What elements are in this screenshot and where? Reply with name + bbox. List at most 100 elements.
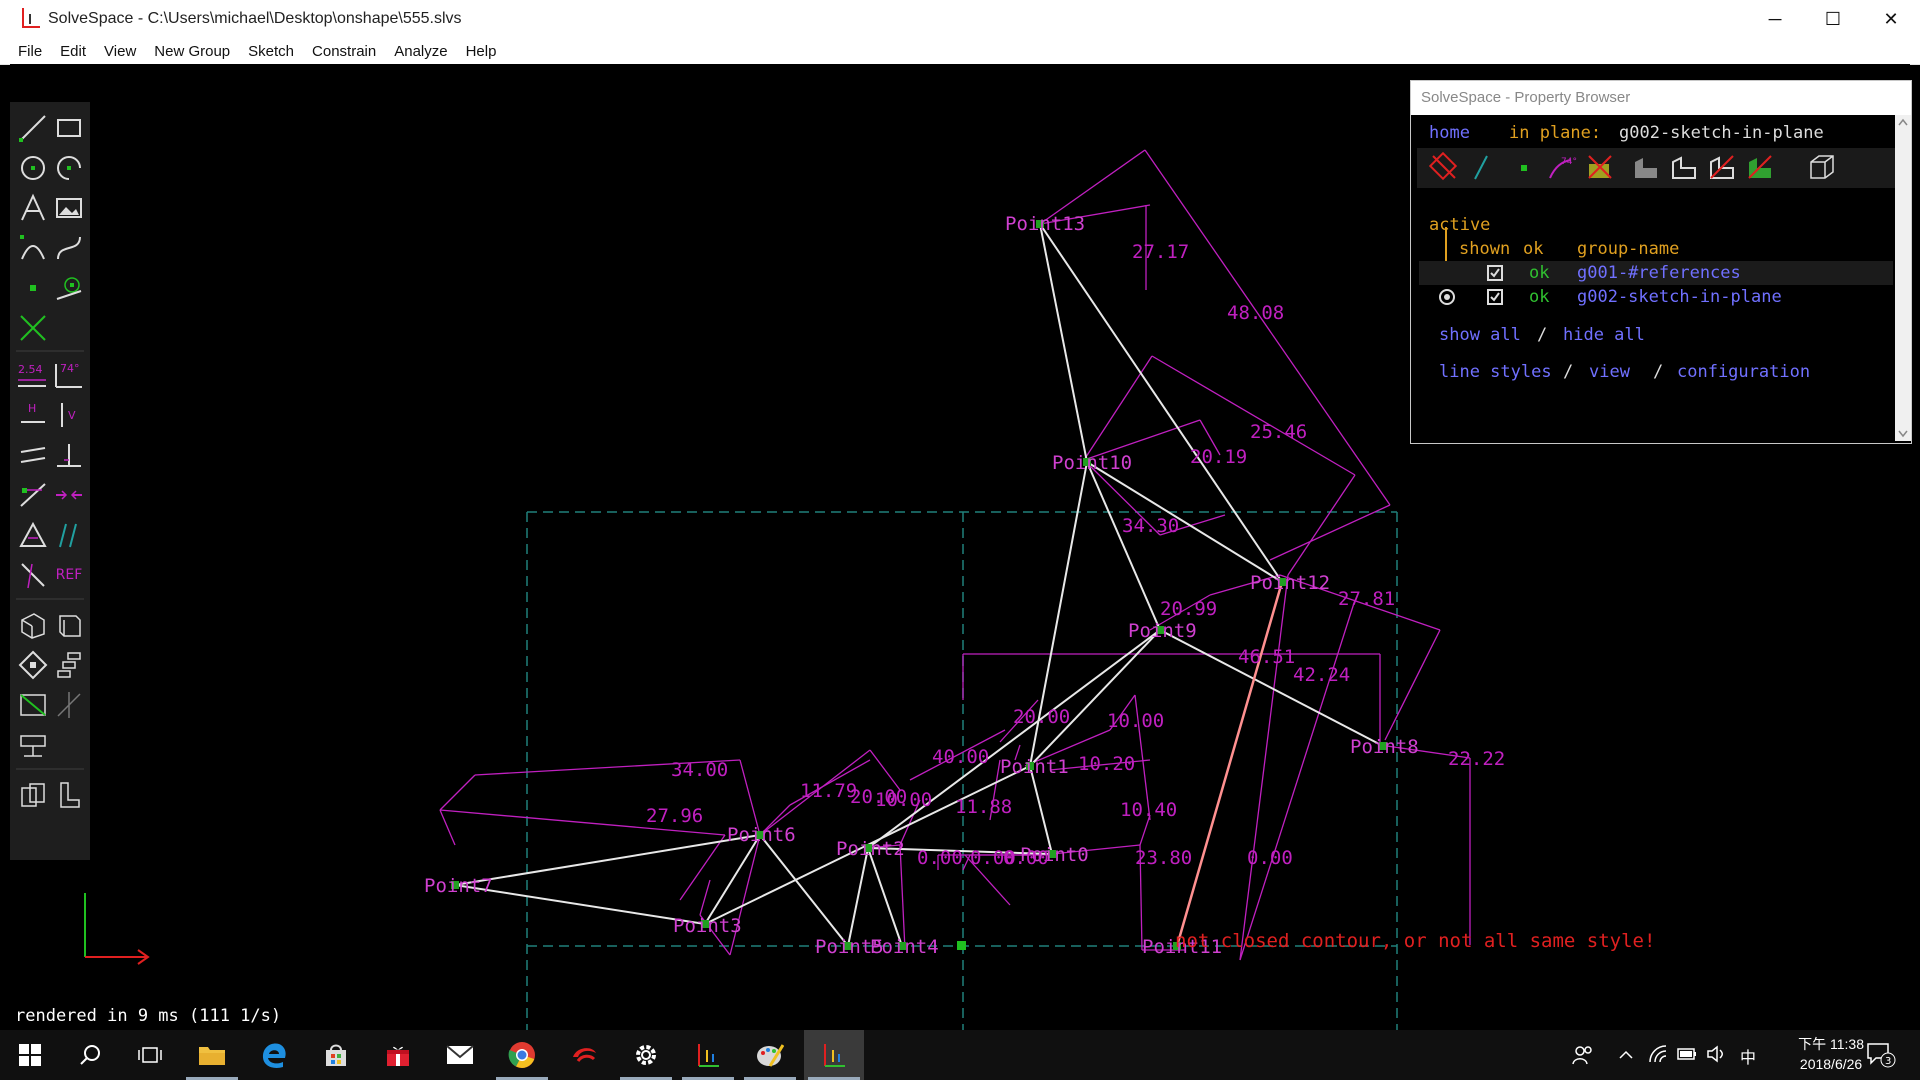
- point-label: Point4: [870, 936, 939, 958]
- distance-constraint-tool[interactable]: 2.54: [16, 358, 50, 392]
- start-button[interactable]: [0, 1030, 60, 1080]
- group-shown-checkbox[interactable]: [1487, 265, 1503, 281]
- maximize-button[interactable]: ☐: [1804, 0, 1862, 38]
- lathe-tool[interactable]: [52, 688, 86, 722]
- image-tool[interactable]: [52, 191, 86, 225]
- edge-app[interactable]: [244, 1030, 304, 1080]
- step-file-icon: [60, 782, 80, 808]
- settings-app[interactable]: [616, 1030, 676, 1080]
- store-app[interactable]: [306, 1030, 366, 1080]
- vertical-constraint-tool[interactable]: V: [52, 398, 86, 432]
- clock[interactable]: 下午 11:38 2018/6/26: [1798, 1034, 1864, 1074]
- configuration-link[interactable]: configuration: [1677, 362, 1810, 382]
- shaded-icon[interactable]: [1631, 152, 1661, 182]
- same-orientation-tool[interactable]: [52, 518, 86, 552]
- property-browser-scrollbar[interactable]: [1895, 115, 1911, 441]
- ok-header: ok: [1523, 239, 1544, 259]
- solvespace-active-app[interactable]: [804, 1030, 864, 1080]
- group-name-link[interactable]: g002-sketch-in-plane: [1577, 287, 1782, 307]
- search-button[interactable]: [60, 1030, 120, 1080]
- wifi-icon[interactable]: [1648, 1044, 1668, 1069]
- perpendicular-constraint-tool[interactable]: [52, 438, 86, 472]
- active-group-radio[interactable]: [1439, 289, 1455, 305]
- close-button[interactable]: ✕: [1862, 0, 1920, 38]
- chrome-app[interactable]: [492, 1030, 552, 1080]
- battery-icon[interactable]: [1676, 1044, 1698, 1069]
- visibility-toolbar: 74°: [1417, 148, 1897, 188]
- new-file-tool[interactable]: [52, 778, 86, 812]
- view-link[interactable]: view: [1589, 362, 1630, 382]
- rotate-tool[interactable]: [16, 648, 50, 682]
- origin-point[interactable]: [957, 941, 966, 950]
- minimize-button[interactable]: ─: [1746, 0, 1804, 38]
- line-tool[interactable]: [16, 111, 50, 145]
- occluded-lines-icon[interactable]: [1428, 151, 1459, 182]
- sketch-in-plane-icon: [20, 735, 46, 757]
- home-link[interactable]: home: [1429, 123, 1470, 143]
- on-point-icon: [20, 483, 46, 507]
- mail-app[interactable]: [430, 1030, 490, 1080]
- menu-edit[interactable]: Edit: [51, 43, 95, 60]
- symmetric-constraint-tool[interactable]: [16, 518, 50, 552]
- menu-constrain[interactable]: Constrain: [303, 43, 385, 60]
- on-point-constraint-tool[interactable]: [16, 478, 50, 512]
- faces-icon[interactable]: [1585, 152, 1615, 182]
- group-name-link[interactable]: g001-#references: [1577, 263, 1741, 283]
- notification-center-icon[interactable]: 3: [1866, 1042, 1896, 1073]
- workplane-tool[interactable]: [52, 271, 86, 305]
- other-supplementary-tool[interactable]: [16, 558, 50, 592]
- split-curves-tool[interactable]: [16, 311, 50, 345]
- point-tool[interactable]: [16, 271, 50, 305]
- edges-icon[interactable]: [1669, 152, 1699, 182]
- tray-expand-icon[interactable]: [1618, 1044, 1634, 1069]
- reference-toggle-tool[interactable]: REF: [52, 558, 86, 592]
- group-shown-checkbox[interactable]: [1487, 289, 1503, 305]
- extrude-tool[interactable]: [16, 688, 50, 722]
- ortho-view-icon: [59, 615, 81, 637]
- text-tool[interactable]: [16, 191, 50, 225]
- points-icon[interactable]: [1509, 152, 1539, 182]
- tangent-arc-tool[interactable]: [16, 231, 50, 265]
- ime-indicator[interactable]: 中: [1740, 1044, 1756, 1068]
- construction-icon[interactable]: [1469, 152, 1499, 182]
- circle-tool[interactable]: [16, 151, 50, 185]
- menu-sketch[interactable]: Sketch: [239, 43, 303, 60]
- task-view-button[interactable]: [120, 1030, 180, 1080]
- menu-view[interactable]: View: [95, 43, 145, 60]
- translate-tool[interactable]: [52, 648, 86, 682]
- menu-file[interactable]: File: [0, 43, 51, 60]
- red-app[interactable]: [554, 1030, 614, 1080]
- solvespace-app[interactable]: [678, 1030, 738, 1080]
- parallel-constraint-tool[interactable]: [16, 438, 50, 472]
- midpoint-constraint-tool[interactable]: [52, 478, 86, 512]
- separator-slash: /: [1563, 362, 1574, 382]
- gift-app[interactable]: [368, 1030, 428, 1080]
- paint-app[interactable]: [740, 1030, 800, 1080]
- dimension-value: 10.20: [1078, 753, 1135, 775]
- import-tool[interactable]: [16, 778, 50, 812]
- svg-text:V: V: [68, 409, 76, 422]
- angle-constraint-tool[interactable]: 74°: [52, 358, 86, 392]
- workplane-group-tool[interactable]: [16, 728, 50, 762]
- file-explorer-app[interactable]: [182, 1030, 242, 1080]
- group-status: ok: [1529, 263, 1550, 283]
- bezier-tool[interactable]: [52, 231, 86, 265]
- menu-help[interactable]: Help: [457, 43, 506, 60]
- arc-tool[interactable]: [52, 151, 86, 185]
- settings-icon: [636, 1045, 656, 1065]
- horizontal-constraint-tool[interactable]: H: [16, 398, 50, 432]
- line-styles-link[interactable]: line styles: [1439, 362, 1552, 382]
- rectangle-tool[interactable]: [52, 111, 86, 145]
- nearest-ortho-view-tool[interactable]: [52, 608, 86, 642]
- show-all-link[interactable]: show all: [1439, 325, 1521, 345]
- constraints-icon[interactable]: 74°: [1547, 152, 1577, 182]
- nearest-iso-view-tool[interactable]: [16, 608, 50, 642]
- volume-icon[interactable]: [1706, 1044, 1728, 1069]
- workplane-icon[interactable]: [1807, 152, 1837, 182]
- people-icon[interactable]: [1572, 1044, 1594, 1071]
- menu-new-group[interactable]: New Group: [145, 43, 239, 60]
- hide-all-link[interactable]: hide all: [1563, 325, 1645, 345]
- mesh-icon[interactable]: [1745, 152, 1775, 182]
- outline-icon[interactable]: [1707, 152, 1737, 182]
- menu-analyze[interactable]: Analyze: [385, 43, 456, 60]
